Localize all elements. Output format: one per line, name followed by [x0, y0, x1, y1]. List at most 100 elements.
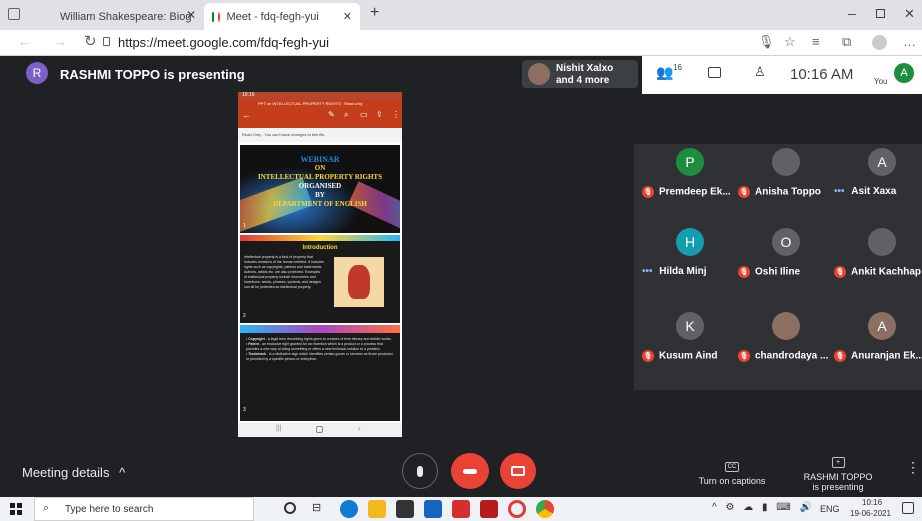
slide-2-illustration — [334, 257, 384, 307]
slide-2-body: Intellectual property is a kind of prope… — [244, 255, 324, 289]
present-screen-icon: + — [831, 457, 845, 468]
doc-title: PPT on INTELLECTUAL PROPERTY RIGHTS · Re… — [258, 101, 363, 106]
mic-permission-icon[interactable]: 🎙 — [758, 34, 775, 50]
office-icon[interactable] — [452, 500, 470, 518]
slide-3[interactable]: • Copyright - a legal term describing ri… — [240, 325, 400, 421]
chat-icon[interactable] — [708, 67, 721, 78]
tray-icons[interactable]: ^ ⚙ ☁ ▮ ⌨ 🔊 — [712, 502, 815, 513]
restore-button[interactable] — [876, 9, 885, 18]
more-options-icon[interactable]: ⋮ — [906, 459, 920, 476]
search-icon[interactable]: ⌕ — [344, 110, 348, 120]
meeting-details-button[interactable]: Meeting details ^ — [22, 465, 125, 480]
mail-icon[interactable] — [424, 500, 442, 518]
home-icon[interactable] — [316, 426, 323, 433]
slide-line: BY — [315, 191, 325, 199]
hangup-button[interactable] — [451, 453, 489, 489]
participant-avatar[interactable] — [772, 148, 800, 176]
mic-muted-icon: 🎙 — [738, 350, 750, 362]
presenting-line2: is presenting — [812, 482, 864, 492]
clock-time[interactable]: 10:16 — [862, 498, 882, 507]
clock-date[interactable]: 19-06-2021 — [850, 509, 891, 518]
url-field[interactable]: https://meet.google.com/fdq-fegh-yui — [118, 35, 329, 50]
self-avatar[interactable]: A — [894, 63, 914, 83]
file-explorer-icon[interactable] — [368, 500, 386, 518]
reload-icon[interactable]: ↻ — [84, 32, 97, 50]
participants-count: 16 — [673, 63, 682, 72]
close-window-button[interactable]: ✕ — [904, 6, 915, 22]
meet-header-panel: 👥 16 ♙ 10:16 AM You A — [642, 56, 922, 94]
lock-icon — [103, 37, 110, 46]
participant-name-row: 🎙 chandrodaya ... — [738, 350, 828, 362]
participant-avatar[interactable]: K — [676, 312, 704, 340]
favorite-icon[interactable]: ☆ — [784, 34, 796, 50]
phone-nav-bar: ||| ‹ — [238, 423, 402, 437]
store-icon[interactable] — [396, 500, 414, 518]
slide-decoration — [240, 325, 400, 333]
hangup-icon — [463, 468, 477, 474]
captions-button[interactable]: CC Turn on captions — [696, 455, 768, 486]
windows-start-icon[interactable] — [10, 503, 22, 515]
slide-1[interactable]: WEBINAR ON INTELLECTUAL PROPERTY RIGHTS … — [240, 145, 400, 233]
others-label: Nishit Xalxo — [556, 63, 614, 74]
participant-avatar[interactable]: O — [772, 228, 800, 256]
notifications-icon[interactable] — [902, 502, 914, 514]
participant-avatar[interactable]: P — [676, 148, 704, 176]
people-icon[interactable]: 👥 — [656, 64, 673, 81]
presenting-line1: RASHMI TOPPO — [803, 472, 873, 482]
tab-actions-icon[interactable] — [8, 8, 20, 20]
collections-icon[interactable]: ⧉ — [842, 34, 851, 50]
close-tab-icon[interactable]: ✕ — [343, 10, 352, 23]
speaking-indicator-icon: ••• — [642, 266, 656, 277]
media-app-icon[interactable] — [480, 500, 498, 518]
new-tab-button[interactable]: + — [370, 4, 379, 22]
mic-button[interactable] — [402, 453, 438, 489]
forward-icon[interactable]: → — [54, 34, 67, 49]
back-icon[interactable]: ← — [18, 34, 31, 49]
slide-2[interactable]: Introduction Intellectual property is a … — [240, 235, 400, 323]
tab-meet[interactable]: Meet - fdq-fegh-yui ✕ — [204, 3, 360, 30]
presenting-button[interactable]: + RASHMI TOPPO is presenting — [796, 451, 880, 492]
other-participants-chip[interactable]: Nishit Xalxo and 4 more — [522, 60, 638, 88]
participant-avatar[interactable] — [772, 312, 800, 340]
recent-apps-icon[interactable]: ||| — [276, 425, 281, 432]
more-menu-icon[interactable]: … — [903, 34, 916, 49]
bullet-text: - a legal term describing rights given t… — [264, 337, 392, 341]
meet-stage: R RASHMI TOPPO is presenting Nishit Xalx… — [0, 56, 922, 441]
slide-1-text: WEBINAR ON INTELLECTUAL PROPERTY RIGHTS … — [240, 155, 400, 209]
share-icon[interactable]: ⇪ — [376, 110, 383, 119]
participant-avatar[interactable]: A — [868, 148, 896, 176]
task-view-icon[interactable]: ⊟ — [312, 501, 321, 514]
minimize-button[interactable]: – — [848, 5, 856, 21]
participant-avatar[interactable] — [868, 228, 896, 256]
profile-avatar[interactable] — [872, 35, 887, 50]
more-icon[interactable]: ⋮ — [392, 110, 400, 119]
slide-line: ON — [314, 164, 326, 172]
presenter-avatar: R — [26, 62, 48, 84]
recording-icon — [218, 11, 221, 22]
taskbar-search[interactable]: ⌕ Type here to search — [34, 497, 254, 521]
slide-number: 1 — [243, 223, 246, 229]
tab-shakespeare[interactable]: William Shakespeare: Biography — [42, 3, 192, 30]
participant-avatar[interactable]: A — [868, 312, 896, 340]
read-only-banner: Read Only - You can't save changes to th… — [238, 128, 402, 142]
edge-app-icon[interactable] — [340, 500, 358, 518]
activities-icon[interactable]: ♙ — [754, 64, 766, 80]
chrome-icon[interactable] — [536, 500, 554, 518]
participant-name: chandrodaya ... — [755, 350, 829, 362]
participant-photo — [528, 63, 550, 85]
participant-name: Anisha Toppo — [755, 186, 821, 198]
bullet-title: Trademark — [248, 352, 266, 356]
phone-status-bar: 10:16 — [238, 92, 402, 100]
edit-icon[interactable]: ✎ — [328, 110, 335, 119]
phone-back-icon[interactable]: ‹ — [358, 424, 361, 433]
camera-off-button[interactable] — [500, 453, 536, 489]
opera-icon[interactable] — [508, 500, 526, 518]
participant-name-row: 🎙 Ankit Kachhap — [834, 266, 921, 278]
cortana-icon[interactable] — [284, 502, 296, 514]
favorites-list-icon[interactable]: ≡ — [812, 34, 820, 49]
close-tab-icon[interactable]: ✕ — [186, 8, 196, 22]
back-arrow-icon[interactable]: ← — [242, 110, 251, 120]
language-indicator[interactable]: ENG — [820, 504, 840, 514]
participant-avatar[interactable]: H — [676, 228, 704, 256]
present-icon[interactable]: ▭ — [360, 110, 368, 119]
